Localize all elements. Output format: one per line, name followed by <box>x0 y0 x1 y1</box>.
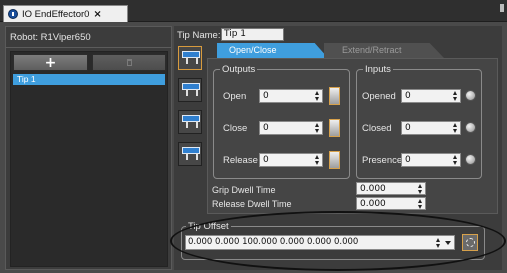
release-label: Release <box>223 155 258 166</box>
spin-arrows-icon[interactable] <box>418 199 423 209</box>
pin-icon[interactable] <box>500 4 504 12</box>
gripper-icon <box>182 147 200 161</box>
divider <box>6 47 171 48</box>
tab-content: Outputs Open 0 Close 0 Release 0 Inputs … <box>207 58 498 214</box>
outputs-title: Outputs <box>220 64 258 75</box>
tip-editor-panel: Tip Name: Tip 1 Open/Close Extend/Retrac… <box>174 26 502 270</box>
gripper-icon <box>182 115 200 129</box>
delete-tip-button[interactable] <box>92 54 166 71</box>
tip-offset-title: Tip Offset <box>186 221 231 232</box>
tab-extend-retract[interactable]: Extend/Retract <box>324 43 444 58</box>
open-label: Open <box>223 91 247 102</box>
gripper-extend-button[interactable] <box>178 110 202 134</box>
release-dwell-label: Release Dwell Time <box>212 199 292 209</box>
tip-name-input[interactable]: Tip 1 <box>221 28 284 41</box>
opened-input-field[interactable]: 0 <box>401 89 461 103</box>
gripper-icon <box>182 83 200 97</box>
open-output-indicator[interactable] <box>329 87 340 105</box>
closed-label: Closed <box>362 123 392 134</box>
add-tip-button[interactable]: + <box>13 54 88 71</box>
gripper-icon <box>182 51 200 65</box>
end-effector-icon <box>8 9 18 19</box>
spin-arrows-icon[interactable] <box>315 155 320 165</box>
robot-panel: Robot: R1Viper650 + Tip 1 <box>5 26 172 270</box>
grip-dwell-input[interactable]: 0.000 <box>356 182 426 195</box>
gripper-retract-button[interactable] <box>178 142 202 166</box>
chevron-down-icon[interactable] <box>445 241 451 245</box>
spin-arrows-icon[interactable] <box>315 91 320 101</box>
spin-arrows-icon[interactable] <box>453 123 458 133</box>
list-item[interactable]: Tip 1 <box>13 74 165 85</box>
document-tab-title: IO EndEffector0 <box>22 8 90 20</box>
inputs-group: Inputs Opened 0 Closed 0 Presence 0 <box>356 64 482 179</box>
close-output-indicator[interactable] <box>329 119 340 137</box>
closed-status-indicator <box>465 122 476 133</box>
close-label: Close <box>223 123 248 134</box>
tip-offset-group: Tip Offset 0.000 0.000 100.000 0.000 0.0… <box>181 221 485 260</box>
tab-open-close[interactable]: Open/Close <box>217 43 328 58</box>
trash-icon <box>126 59 132 66</box>
document-tab-bar: IO EndEffector0 × <box>0 0 507 22</box>
document-tab[interactable]: IO EndEffector0 × <box>3 5 128 22</box>
open-output-input[interactable]: 0 <box>259 89 323 103</box>
crosshair-icon <box>465 238 475 247</box>
presence-label: Presence <box>362 155 403 166</box>
opened-status-indicator <box>465 90 476 101</box>
presence-input-field[interactable]: 0 <box>401 153 461 167</box>
close-output-input[interactable]: 0 <box>259 121 323 135</box>
inputs-title: Inputs <box>363 64 393 75</box>
release-output-input[interactable]: 0 <box>259 153 323 167</box>
tip-name-label: Tip Name: <box>177 30 221 41</box>
closed-input-field[interactable]: 0 <box>401 121 461 135</box>
release-output-indicator[interactable] <box>329 151 340 169</box>
spin-arrows-icon[interactable] <box>418 184 423 194</box>
release-dwell-input[interactable]: 0.000 <box>356 197 426 210</box>
grip-dwell-label: Grip Dwell Time <box>212 185 276 195</box>
close-icon[interactable]: × <box>93 9 101 20</box>
presence-status-indicator <box>465 154 476 165</box>
teach-position-button[interactable] <box>462 234 478 251</box>
tip-offset-input[interactable]: 0.000 0.000 100.000 0.000 0.000 0.000 <box>185 235 455 250</box>
spin-arrows-icon[interactable] <box>436 238 441 248</box>
spin-arrows-icon[interactable] <box>315 123 320 133</box>
spin-arrows-icon[interactable] <box>453 91 458 101</box>
spin-arrows-icon[interactable] <box>453 155 458 165</box>
opened-label: Opened <box>362 91 396 102</box>
tip-list: + Tip 1 <box>10 51 168 267</box>
gripper-close-button[interactable] <box>178 78 202 102</box>
gripper-open-close-button[interactable] <box>178 46 202 70</box>
robot-label: Robot: R1Viper650 <box>10 32 91 43</box>
outputs-group: Outputs Open 0 Close 0 Release 0 <box>213 64 350 179</box>
